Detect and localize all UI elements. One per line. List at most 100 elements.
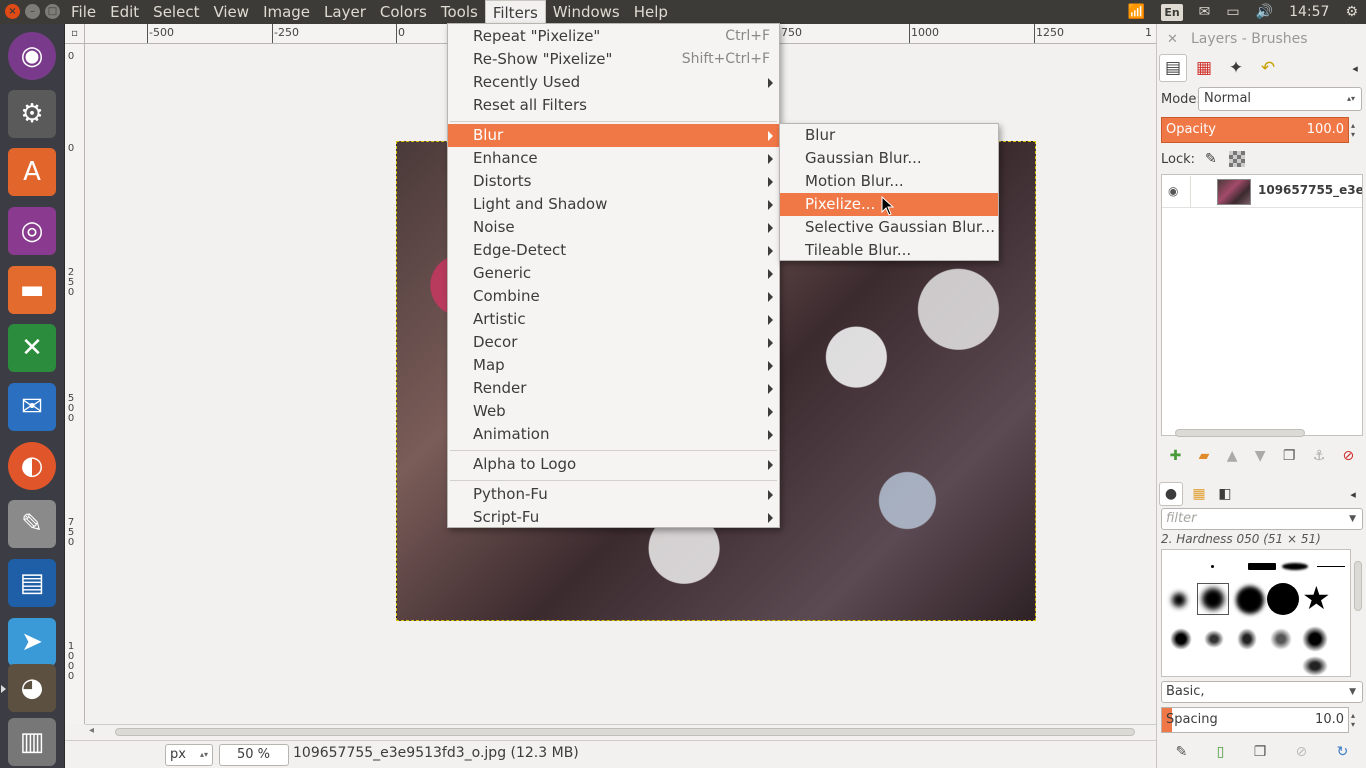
menu-colors[interactable]: Colors bbox=[373, 0, 434, 24]
close-icon[interactable]: ✕ bbox=[1167, 32, 1178, 47]
keyboard-layout-indicator[interactable]: En bbox=[1161, 3, 1183, 21]
menu-item-recently-used[interactable]: Recently Used bbox=[448, 71, 779, 94]
undo-history-tab-icon[interactable]: ↶ bbox=[1254, 54, 1282, 82]
menu-item-blur[interactable]: Blur bbox=[448, 124, 779, 147]
unit-select[interactable]: px ▴▾ bbox=[165, 744, 213, 766]
menu-item-reshow-pixelize[interactable]: Re-Show "Pixelize" Shift+Ctrl+F bbox=[448, 48, 779, 71]
new-layer-group-icon[interactable]: ▰ bbox=[1199, 448, 1210, 464]
menu-item-distorts[interactable]: Distorts bbox=[448, 170, 779, 193]
brush-filter-input[interactable]: filter ▼ bbox=[1161, 508, 1363, 530]
menu-item-decor[interactable]: Decor bbox=[448, 331, 779, 354]
brush-item[interactable] bbox=[1248, 563, 1276, 570]
gradients-tab-icon[interactable]: ◧ bbox=[1213, 482, 1237, 506]
visibility-eye-icon[interactable]: ◉ bbox=[1168, 184, 1178, 198]
brush-item[interactable] bbox=[1302, 626, 1328, 652]
layer-name[interactable]: 109657755_e3e9513fd3_o.jpg bbox=[1258, 183, 1362, 197]
brush-item[interactable] bbox=[1317, 566, 1345, 567]
submenu-item-gaussian-blur[interactable]: Gaussian Blur... bbox=[780, 147, 998, 170]
brush-item[interactable] bbox=[1282, 563, 1308, 570]
brush-item-selected[interactable] bbox=[1197, 583, 1229, 615]
dock-menu-icon[interactable]: ◂ bbox=[1341, 54, 1366, 82]
channels-tab-icon[interactable]: ▦ bbox=[1190, 54, 1218, 82]
window-close-button[interactable]: × bbox=[5, 4, 20, 19]
patterns-tab-icon[interactable]: ▦ bbox=[1187, 482, 1211, 506]
duplicate-layer-icon[interactable]: ❐ bbox=[1283, 448, 1296, 464]
new-layer-icon[interactable]: ✚ bbox=[1170, 448, 1182, 464]
edit-brush-icon[interactable]: ✎ bbox=[1176, 744, 1188, 760]
delete-brush-icon[interactable]: ⊘ bbox=[1296, 744, 1308, 760]
xmind-icon[interactable]: ✕ bbox=[8, 324, 56, 372]
layers-list[interactable]: ◉ 109657755_e3e9513fd3_o.jpg bbox=[1161, 174, 1363, 436]
scrollbar-thumb[interactable] bbox=[115, 728, 1135, 736]
refresh-brushes-icon[interactable]: ↻ bbox=[1337, 744, 1349, 760]
brush-item[interactable] bbox=[1170, 628, 1192, 650]
layer-row[interactable]: ◉ 109657755_e3e9513fd3_o.jpg bbox=[1162, 176, 1362, 208]
trash-icon[interactable]: ▥ bbox=[8, 718, 56, 766]
brush-item[interactable] bbox=[1211, 565, 1214, 568]
brush-item[interactable] bbox=[1236, 586, 1264, 614]
menu-item-alpha-to-logo[interactable]: Alpha to Logo bbox=[448, 453, 779, 476]
menu-item-enhance[interactable]: Enhance bbox=[448, 147, 779, 170]
menu-filters[interactable]: Filters bbox=[484, 0, 546, 24]
menu-file[interactable]: File bbox=[64, 0, 103, 24]
delete-layer-icon[interactable]: ⊘ bbox=[1343, 448, 1355, 464]
menu-item-repeat-pixelize[interactable]: Repeat "Pixelize" Ctrl+F bbox=[448, 25, 779, 48]
menu-item-generic[interactable]: Generic bbox=[448, 262, 779, 285]
submenu-item-blur[interactable]: Blur bbox=[780, 124, 998, 147]
brush-item[interactable] bbox=[1267, 583, 1299, 615]
webcam-icon[interactable]: ◎ bbox=[8, 207, 56, 255]
menu-tools[interactable]: Tools bbox=[434, 0, 485, 24]
star-brush-icon[interactable]: ★ bbox=[1302, 580, 1331, 616]
menu-item-map[interactable]: Map bbox=[448, 354, 779, 377]
menu-item-noise[interactable]: Noise bbox=[448, 216, 779, 239]
ruler-corner[interactable]: ▫ bbox=[65, 24, 85, 44]
duplicate-brush-icon[interactable]: ❐ bbox=[1254, 744, 1267, 760]
mail-icon[interactable]: ✉ bbox=[1199, 4, 1211, 20]
clock[interactable]: 14:57 bbox=[1289, 4, 1329, 20]
menu-item-web[interactable]: Web bbox=[448, 400, 779, 423]
menu-windows[interactable]: Windows bbox=[546, 0, 627, 24]
spacing-spin-arrows-icon[interactable]: ▴ ▾ bbox=[1351, 711, 1355, 729]
lock-alpha-icon[interactable] bbox=[1229, 151, 1245, 167]
lower-layer-icon[interactable]: ▼ bbox=[1255, 448, 1266, 464]
layers-scrollbar[interactable] bbox=[1161, 427, 1363, 439]
menu-item-combine[interactable]: Combine bbox=[448, 285, 779, 308]
software-center-icon[interactable]: A bbox=[8, 148, 56, 196]
submenu-item-selective-gaussian-blur[interactable]: Selective Gaussian Blur... bbox=[780, 216, 998, 239]
raise-layer-icon[interactable]: ▲ bbox=[1227, 448, 1238, 464]
scroll-left-icon[interactable]: ◂ bbox=[89, 725, 94, 736]
spacing-slider[interactable]: Spacing 10.0 bbox=[1161, 707, 1349, 733]
menu-help[interactable]: Help bbox=[627, 0, 675, 24]
horizontal-scrollbar[interactable]: ◂ bbox=[85, 724, 1156, 740]
menu-item-render[interactable]: Render bbox=[448, 377, 779, 400]
firefox-icon[interactable]: ◐ bbox=[8, 442, 56, 490]
volume-icon[interactable]: 🔊 bbox=[1256, 4, 1273, 20]
brush-grid-scrollbar[interactable] bbox=[1353, 549, 1363, 677]
files-icon[interactable]: ▬ bbox=[8, 266, 56, 314]
gear-icon[interactable]: ⚙ bbox=[1345, 4, 1358, 20]
anchor-layer-icon[interactable]: ⚓ bbox=[1313, 448, 1326, 464]
brush-item[interactable] bbox=[1204, 630, 1224, 648]
menu-item-artistic[interactable]: Artistic bbox=[448, 308, 779, 331]
vertical-ruler[interactable]: 0 0 2 5 0 5 0 0 7 5 0 1 0 0 0 bbox=[65, 44, 85, 724]
gimp-icon[interactable]: ◕ bbox=[8, 664, 56, 712]
telegram-icon[interactable]: ➤ bbox=[8, 618, 56, 666]
window-maximize-button[interactable]: □ bbox=[45, 4, 60, 19]
menu-item-reset-all-filters[interactable]: Reset all Filters bbox=[448, 94, 779, 117]
brush-item[interactable] bbox=[1270, 628, 1292, 650]
wifi-icon[interactable]: 📶 bbox=[1128, 4, 1145, 20]
window-minimize-button[interactable]: – bbox=[25, 4, 40, 19]
menu-item-edge-detect[interactable]: Edge-Detect bbox=[448, 239, 779, 262]
opacity-spin-arrows-icon[interactable]: ▴ ▾ bbox=[1351, 121, 1355, 139]
menu-layer[interactable]: Layer bbox=[317, 0, 373, 24]
menu-item-light-and-shadow[interactable]: Light and Shadow bbox=[448, 193, 779, 216]
menu-view[interactable]: View bbox=[206, 0, 256, 24]
menu-item-python-fu[interactable]: Python-Fu bbox=[448, 483, 779, 506]
opacity-slider[interactable]: Opacity 100.0 bbox=[1161, 117, 1349, 143]
text-editor-icon[interactable]: ✎ bbox=[8, 500, 56, 548]
paths-tab-icon[interactable]: ✦ bbox=[1222, 54, 1250, 82]
menu-item-script-fu[interactable]: Script-Fu bbox=[448, 506, 779, 529]
zoom-select[interactable]: 50 % bbox=[219, 744, 289, 766]
menu-item-animation[interactable]: Animation bbox=[448, 423, 779, 446]
writer-icon[interactable]: ▤ bbox=[8, 559, 56, 607]
